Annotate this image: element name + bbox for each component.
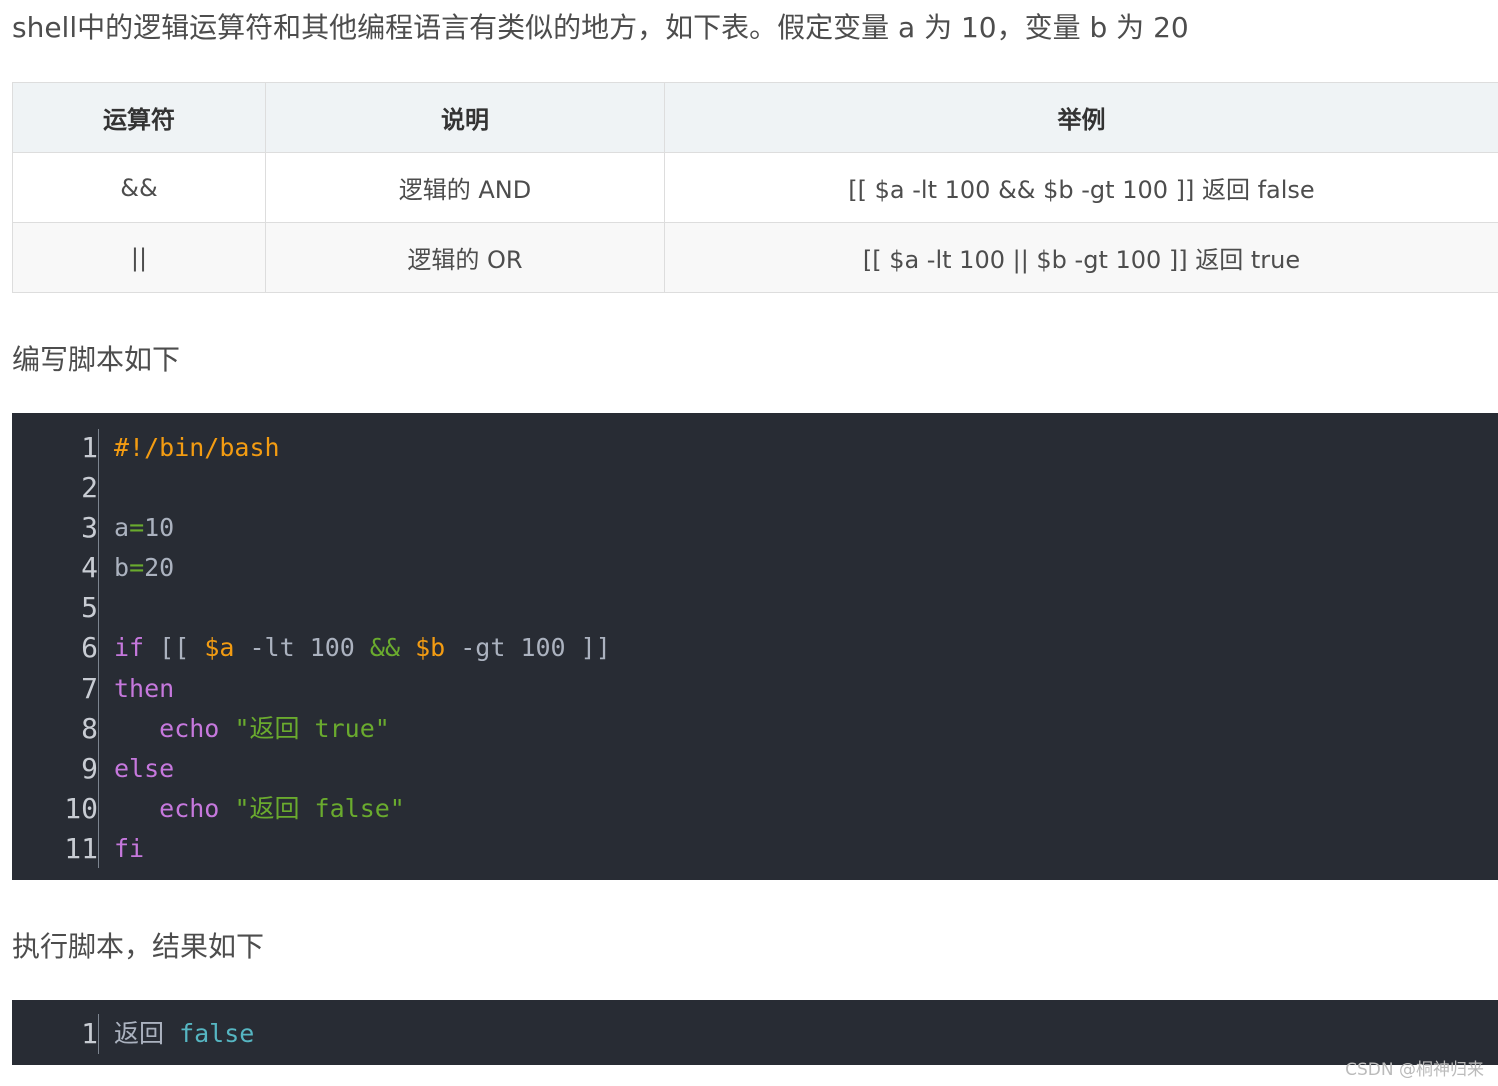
- code-line: if [[ $a -lt 100 && $b -gt 100 ]]: [114, 628, 611, 668]
- example-cell: [[ $a -lt 100 && $b -gt 100 ]] 返回 false: [664, 152, 1498, 223]
- line-number: 4: [81, 551, 98, 585]
- code-line: a=10: [114, 508, 611, 548]
- code-token: 20: [144, 553, 175, 583]
- code-token: #!/bin/bash: [114, 433, 280, 462]
- code-line: 返回 false: [114, 1014, 254, 1054]
- table-row: || 逻辑的 OR [[ $a -lt 100 || $b -gt 100 ]]…: [12, 222, 1498, 293]
- code-line: fi: [114, 829, 611, 869]
- operator-cell: &&: [12, 152, 266, 223]
- code-token: =: [129, 513, 145, 543]
- line-number: 3: [81, 511, 98, 545]
- csdn-watermark: CSDN @桐神归来: [1345, 1060, 1484, 1080]
- code-token: $a: [204, 633, 235, 663]
- code-token: else: [114, 753, 175, 783]
- header-operator: 运算符: [12, 82, 266, 153]
- code-line: ​: [114, 588, 611, 628]
- code-line: echo "返回 false": [114, 789, 611, 829]
- code-token: &&: [369, 633, 401, 663]
- code-line: #!/bin/bash: [114, 428, 611, 468]
- code-line: b=20: [114, 548, 611, 588]
- line-number: 10: [64, 791, 98, 825]
- script-heading: 编写脚本如下: [12, 343, 181, 376]
- code-token: echo: [159, 713, 220, 743]
- code-line: echo "返回 true": [114, 709, 611, 749]
- line-number: 8: [81, 711, 98, 745]
- code-token: 返回: [114, 1019, 180, 1048]
- example-cell: [[ $a -lt 100 || $b -gt 100 ]] 返回 true: [664, 222, 1498, 293]
- line-number: 2: [81, 471, 98, 505]
- code-token: fi: [114, 833, 145, 863]
- line-number: 1: [81, 431, 98, 464]
- header-example: 举例: [664, 82, 1498, 153]
- code-line: then: [114, 669, 611, 709]
- line-number: 5: [81, 591, 98, 625]
- code-token: $b: [415, 633, 446, 663]
- output-code-block[interactable]: 1 返回 false: [12, 1000, 1498, 1065]
- table-row: && 逻辑的 AND [[ $a -lt 100 && $b -gt 100 ]…: [12, 152, 1498, 223]
- script-code-block[interactable]: 1234567891011 #!/bin/bash​a=10b=20​if [[…: [12, 413, 1498, 880]
- line-number: 7: [81, 671, 98, 705]
- line-number-gutter: 1: [12, 1014, 98, 1054]
- description-cell: 逻辑的 OR: [265, 222, 665, 293]
- code-token: a: [114, 513, 130, 543]
- line-number-gutter: 1 2 3 4 5 6 7 8 9 10 11: [12, 428, 98, 869]
- code-token: false: [179, 1019, 255, 1048]
- gutter-divider: [98, 429, 99, 868]
- code-lines[interactable]: 返回 false: [114, 1014, 254, 1054]
- code-token: -lt 100: [234, 633, 370, 663]
- code-token: echo: [159, 793, 220, 823]
- code-token: if: [114, 633, 145, 663]
- code-token: 10: [144, 513, 175, 543]
- intro-paragraph: shell中的逻辑运算符和其他编程语言有类似的地方，如下表。假定变量 a 为 1…: [12, 11, 1189, 44]
- code-token: then: [114, 673, 175, 703]
- line-number: 6: [81, 631, 98, 665]
- line-number: 9: [81, 751, 98, 785]
- code-token: =: [129, 553, 145, 583]
- code-token: "返回 false": [234, 793, 405, 823]
- code-token: b: [114, 553, 130, 583]
- gutter-divider: [98, 1014, 99, 1054]
- logical-operators-table: 运算符 说明 举例 && 逻辑的 AND [[ $a -lt 100 && $b…: [12, 82, 1498, 293]
- description-cell: 逻辑的 AND: [265, 152, 665, 223]
- run-heading: 执行脚本，结果如下: [12, 930, 265, 963]
- line-number: 11: [64, 831, 98, 865]
- table-header-row: 运算符 说明 举例: [12, 82, 1498, 153]
- header-description: 说明: [265, 82, 665, 153]
- code-token: -gt 100 ]]: [445, 633, 611, 663]
- code-lines[interactable]: #!/bin/bash​a=10b=20​if [[ $a -lt 100 &&…: [114, 428, 611, 869]
- code-token: "返回 true": [234, 713, 390, 743]
- code-line: else: [114, 749, 611, 789]
- line-number: 1: [81, 1017, 98, 1050]
- code-line: ​: [114, 468, 611, 508]
- code-token: [[: [144, 633, 205, 663]
- operator-cell: ||: [12, 222, 266, 293]
